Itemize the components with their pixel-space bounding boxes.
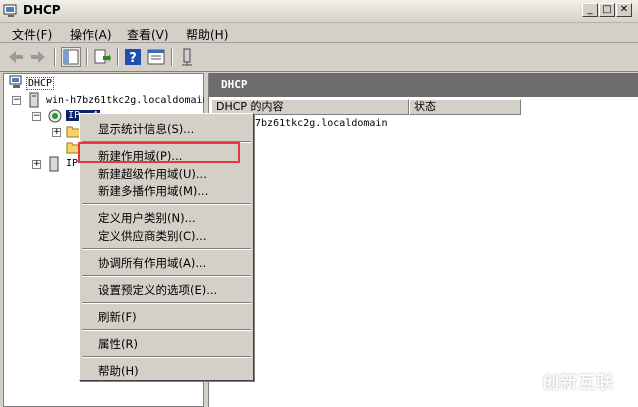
menu-bar: 文件(F) 操作(A) 查看(V) 帮助(H)	[0, 23, 638, 43]
menu-separator	[82, 203, 251, 205]
watermark-logo-icon	[507, 364, 535, 392]
menu-properties[interactable]: 属性(R)	[98, 336, 138, 352]
menu-new-superscope[interactable]: 新建超级作用域(U)...	[98, 166, 207, 182]
title-bar: DHCP _ □ ✕	[0, 0, 638, 23]
ipv6-node-icon	[49, 156, 59, 172]
toolbar-separator	[117, 48, 119, 66]
back-arrow-icon[interactable]	[6, 47, 26, 67]
dhcp-app-icon	[3, 4, 17, 17]
menu-action[interactable]: 操作(A)	[70, 26, 112, 43]
watermark-logo: 创新互联	[502, 362, 632, 394]
server-node-icon	[29, 92, 39, 108]
close-button[interactable]: ✕	[616, 3, 632, 17]
collapse-toggle[interactable]: −	[32, 112, 41, 121]
svg-text:?: ?	[129, 51, 137, 66]
menu-new-multicast-scope[interactable]: 新建多播作用域(M)...	[98, 183, 208, 199]
menu-separator	[82, 329, 251, 331]
toolbar: ?	[0, 43, 638, 72]
details-header: DHCP	[209, 73, 638, 97]
collapse-toggle[interactable]: −	[12, 96, 21, 105]
menu-view[interactable]: 查看(V)	[127, 26, 169, 43]
menu-set-predefined-options[interactable]: 设置预定义的选项(E)...	[98, 282, 217, 298]
menu-separator	[82, 356, 251, 358]
help-icon[interactable]: ?	[123, 47, 143, 67]
tree-root-dhcp[interactable]: DHCP	[26, 77, 55, 90]
export-list-icon[interactable]	[92, 47, 112, 67]
tree-server-node[interactable]: win-h7bz61tkc2g.localdomain	[46, 95, 209, 106]
menu-refresh[interactable]: 刷新(F)	[98, 309, 137, 325]
details-header-title: DHCP	[221, 78, 248, 91]
ipv4-node-icon	[48, 109, 62, 123]
column-header-status[interactable]: 状态	[409, 99, 521, 115]
maximize-button[interactable]: □	[599, 3, 615, 17]
menu-separator	[82, 275, 251, 277]
menu-show-statistics[interactable]: 显示统计信息(S)...	[98, 121, 194, 137]
minimize-button[interactable]: _	[582, 3, 598, 17]
menu-separator	[82, 302, 251, 304]
forward-arrow-icon[interactable]	[28, 47, 48, 67]
list-item[interactable]: h7bz61tkc2g.localdomain	[249, 118, 387, 129]
window-title: DHCP	[23, 3, 61, 17]
toolbar-separator	[54, 48, 56, 66]
menu-define-vendor-classes[interactable]: 定义供应商类别(C)...	[98, 228, 206, 244]
highlight-annotation	[78, 142, 240, 163]
menu-file[interactable]: 文件(F)	[12, 26, 52, 43]
toolbar-separator	[86, 48, 88, 66]
properties-icon[interactable]	[146, 47, 166, 67]
server-icon[interactable]	[177, 47, 197, 67]
details-pane: DHCP DHCP 的内容 状态 h7bz61tkc2g.localdomain	[208, 73, 638, 407]
watermark-text: 创新互联	[542, 373, 614, 393]
menu-reconcile-all-scopes[interactable]: 协调所有作用域(A)...	[98, 255, 206, 271]
menu-separator	[82, 248, 251, 250]
expand-toggle[interactable]: +	[52, 128, 61, 137]
menu-help-item[interactable]: 帮助(H)	[98, 363, 139, 379]
show-hide-tree-icon[interactable]	[61, 47, 81, 67]
menu-define-user-classes[interactable]: 定义用户类别(N)...	[98, 210, 196, 226]
tree-ipv6-node[interactable]: IP	[66, 158, 78, 169]
menu-help[interactable]: 帮助(H)	[186, 26, 228, 43]
expand-toggle[interactable]: +	[32, 160, 41, 169]
toolbar-separator	[171, 48, 173, 66]
dhcp-root-icon	[9, 75, 22, 88]
